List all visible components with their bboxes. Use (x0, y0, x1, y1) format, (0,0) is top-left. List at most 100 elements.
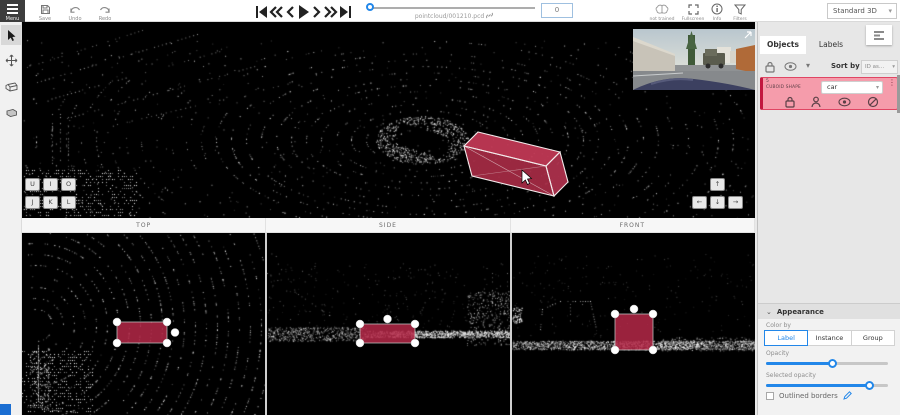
frame-number-input[interactable]: 0 (541, 3, 573, 18)
rotate-handle[interactable] (630, 305, 638, 313)
car-cuboid[interactable] (464, 132, 568, 196)
main-3d-view[interactable]: U I O J K L ↑ ← ↓ → (22, 22, 755, 218)
tool-rail (0, 22, 22, 415)
side-ortho-view[interactable] (267, 233, 510, 415)
hotkey-j[interactable]: J (25, 196, 40, 209)
arrow-keys-row: ← ↓ → (692, 196, 743, 209)
color-by-segmented-control: Label Instance Group (764, 330, 895, 346)
hotkey-l[interactable]: L (61, 196, 76, 209)
kebab-menu-icon[interactable]: ⋮ (888, 81, 896, 85)
person-icon[interactable] (811, 96, 821, 108)
frame-slider-handle[interactable] (366, 3, 374, 11)
hotkey-i[interactable]: I (43, 178, 58, 191)
lock-icon[interactable] (785, 96, 795, 108)
cuboid-plus-icon (5, 107, 18, 118)
panel-layout-icon (873, 30, 885, 40)
car-rect-front[interactable] (611, 305, 657, 354)
hotkey-u[interactable]: U (25, 178, 40, 191)
floppy-icon (40, 4, 51, 15)
color-mode-group-button[interactable]: Group (852, 330, 895, 346)
outlined-borders-checkbox[interactable] (766, 392, 774, 400)
cuboid-add-tool-button[interactable] (1, 102, 21, 122)
class-dropdown[interactable]: car ▾ (821, 81, 883, 94)
rotate-handle[interactable] (384, 315, 392, 323)
menu-button[interactable]: Menu (0, 0, 25, 22)
status-corner-indicator (0, 404, 11, 415)
sort-dropdown[interactable]: ID as… ▾ (861, 60, 898, 74)
chevron-down-icon: ▾ (888, 4, 892, 18)
front-ortho-view[interactable] (512, 233, 755, 415)
playback-controls (254, 1, 353, 21)
right-sidebar: Objects Labels ▾ Sort by ID as… ▾ 5 CUBO… (757, 22, 900, 415)
view-divider (510, 233, 512, 415)
filters-label: Filters (728, 17, 752, 22)
cuboid-tool-button[interactable] (1, 76, 21, 96)
camera-preview[interactable] (633, 29, 755, 90)
mode-dropdown[interactable]: Standard 3D ▾ (827, 3, 897, 19)
hotkeys-row-2: J K L (25, 196, 76, 209)
selected-opacity-slider[interactable] (766, 381, 888, 390)
object-shape-label: CUBOID SHAPE (766, 85, 801, 90)
info-button[interactable]: Info (706, 0, 728, 22)
fast-forward-button[interactable] (323, 1, 338, 21)
ai-model-button[interactable]: not trained (646, 0, 678, 22)
outlined-borders-label: Outlined borders (779, 392, 838, 400)
filename: pointcloud/001210.pcd (370, 12, 538, 20)
redo-button[interactable]: Redo (92, 0, 118, 22)
skip-end-button[interactable] (339, 1, 353, 21)
fullscreen-button[interactable]: Fullscreen (680, 0, 706, 22)
color-mode-instance-button[interactable]: Instance (808, 330, 851, 346)
link-icon[interactable] (486, 12, 493, 19)
pencil-icon[interactable] (843, 391, 852, 400)
top-view-label: TOP (22, 218, 266, 233)
arrow-right-button[interactable]: → (728, 196, 743, 209)
info-icon (711, 3, 723, 15)
object-card-car[interactable]: 5 CUBOID SHAPE car ▾ ⋮ (760, 77, 898, 110)
color-mode-label-button[interactable]: Label (764, 330, 808, 346)
slashed-circle-icon[interactable] (867, 96, 879, 108)
tab-labels[interactable]: Labels (808, 36, 854, 54)
appearance-header[interactable]: ⌄Appearance (758, 303, 900, 319)
slider-fill (766, 362, 833, 365)
play-button[interactable] (297, 1, 310, 21)
expand-all-caret-icon[interactable]: ▾ (806, 61, 810, 70)
slider-fill (766, 384, 870, 387)
fast-backward-button[interactable] (269, 1, 284, 21)
sort-by-label: Sort by (831, 62, 860, 70)
arrow-left-button[interactable]: ← (692, 196, 707, 209)
visibility-all-icon[interactable] (784, 62, 797, 71)
arrow-up-button[interactable]: ↑ (710, 178, 725, 191)
prev-frame-button[interactable] (285, 1, 296, 21)
next-frame-button[interactable] (311, 1, 322, 21)
save-button[interactable]: Save (32, 0, 58, 22)
top-ortho-view[interactable] (22, 233, 265, 415)
chevron-down-icon: ⌄ (766, 308, 772, 316)
menu-label: Menu (0, 16, 25, 22)
pan-tool-button[interactable] (1, 50, 21, 70)
camera-preview-image (633, 29, 755, 90)
opacity-slider[interactable] (766, 359, 888, 368)
class-value: car (827, 83, 837, 91)
object-card-actions (763, 96, 900, 108)
frame-slider-track[interactable] (372, 7, 535, 9)
tab-objects[interactable]: Objects (760, 36, 806, 54)
undo-button[interactable]: Undo (62, 0, 88, 22)
skip-start-button[interactable] (254, 1, 268, 21)
view-divider (265, 233, 267, 415)
undo-arrow-icon (69, 4, 81, 15)
arrow-down-button[interactable]: ↓ (710, 196, 725, 209)
mode-value: Standard 3D (833, 7, 877, 15)
slider-handle[interactable] (865, 381, 874, 390)
slider-handle[interactable] (828, 359, 837, 368)
car-rect-top[interactable] (113, 318, 179, 347)
hotkey-o[interactable]: O (61, 178, 76, 191)
panel-toggle-button[interactable] (866, 25, 892, 45)
select-tool-button[interactable] (1, 25, 21, 45)
hotkey-k[interactable]: K (43, 196, 58, 209)
info-label: Info (706, 17, 728, 22)
rotate-handle[interactable] (171, 329, 179, 337)
lock-all-icon[interactable] (765, 61, 775, 73)
car-rect-side[interactable] (356, 315, 419, 347)
filters-button[interactable]: Filters (728, 0, 752, 22)
eye-icon[interactable] (838, 96, 851, 108)
